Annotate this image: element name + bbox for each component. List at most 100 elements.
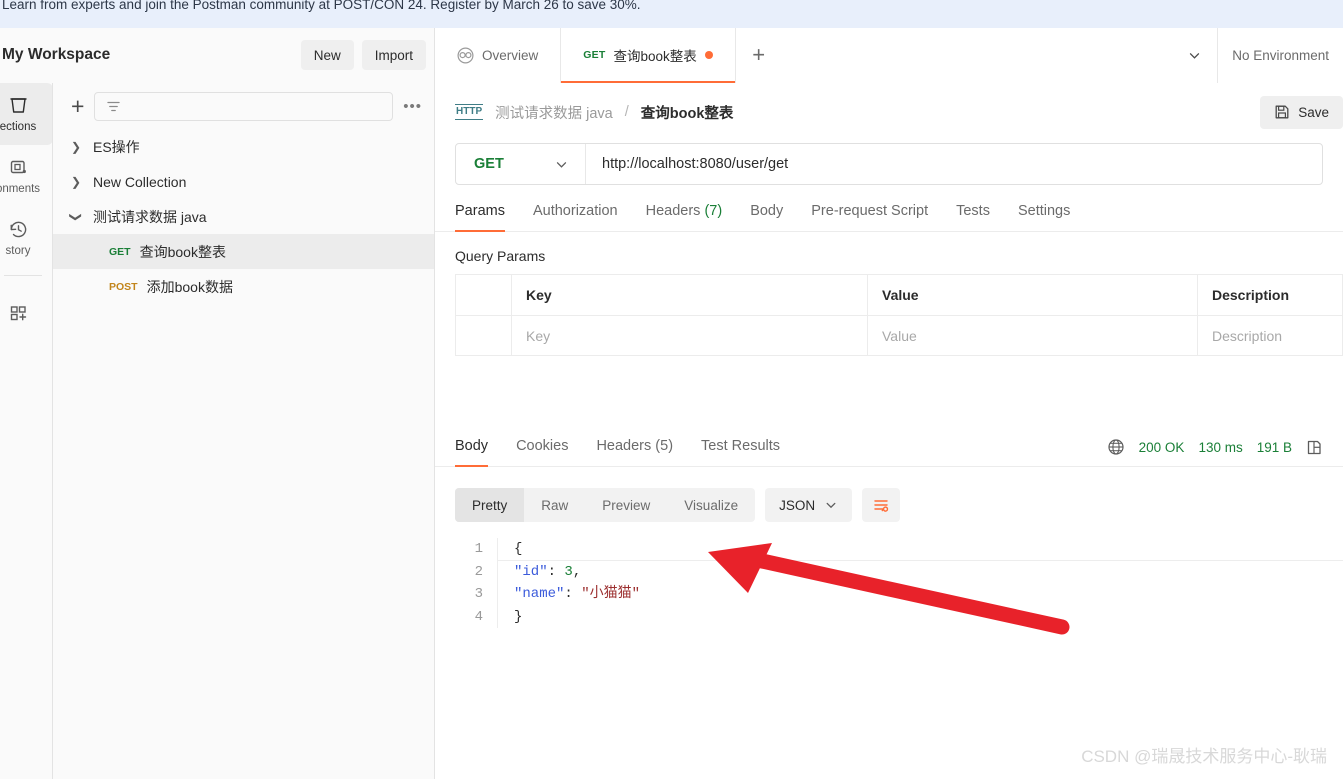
new-button[interactable]: New xyxy=(301,40,354,70)
collection-row-test-request-java[interactable]: ❯ 测试请求数据 java xyxy=(53,199,434,234)
collections-sidebar: + ••• ❯ ES操作 ❯ New Collection ❯ xyxy=(53,83,435,779)
row-checkbox[interactable] xyxy=(456,316,512,355)
chevron-right-icon: ❯ xyxy=(69,175,83,189)
tab-request-query-book[interactable]: GET 查询book整表 xyxy=(561,28,735,83)
response-tab-test-results[interactable]: Test Results xyxy=(701,438,780,466)
view-mode-raw[interactable]: Raw xyxy=(524,488,585,522)
breadcrumb: HTTP 测试请求数据 java / 查询book整表 Save xyxy=(435,83,1343,141)
row-value-input[interactable]: Value xyxy=(868,316,1198,355)
tab-overview[interactable]: Overview xyxy=(435,28,561,83)
chevron-down-icon: ❯ xyxy=(69,210,83,224)
row-key-input[interactable]: Key xyxy=(512,316,868,355)
plus-icon[interactable]: + xyxy=(71,95,84,118)
workspace-zone: My Workspace New Import xyxy=(0,28,435,83)
request-row-query-book[interactable]: GET 查询book整表 xyxy=(53,234,434,269)
tab-params[interactable]: Params xyxy=(455,203,505,231)
code-wrap: 1 2 3 4 { "id": 3, "name": "小猫猫" xyxy=(435,538,1343,628)
response-tab-body-label: Body xyxy=(455,438,488,454)
save-response-icon[interactable] xyxy=(1306,439,1323,456)
response-tab-bar: Body Cookies Headers (5) Test Results xyxy=(435,438,1343,467)
postman-app-window: Learn from experts and join the Postman … xyxy=(0,0,1343,779)
table-header-row: Key Value Description xyxy=(456,275,1343,315)
row-description-input[interactable]: Description xyxy=(1198,316,1343,355)
tab-request-label: 查询book整表 xyxy=(613,45,696,65)
code-line: { xyxy=(498,538,1343,561)
globe-icon[interactable] xyxy=(1107,438,1125,456)
chevron-down-icon xyxy=(554,157,569,172)
tab-bar: Overview GET 查询book整表 + No Environment xyxy=(435,28,1343,83)
line-number-gutter: 1 2 3 4 xyxy=(435,538,497,628)
response-size: 191 B xyxy=(1257,440,1292,455)
wrap-lines-icon[interactable] xyxy=(862,488,900,522)
response-tab-cookies[interactable]: Cookies xyxy=(516,438,568,466)
response-tab-headers-count: (5) xyxy=(655,438,673,454)
rail-item-collections[interactable]: ections xyxy=(0,83,53,145)
response-format-selector[interactable]: JSON xyxy=(765,488,852,522)
ellipsis-icon[interactable]: ••• xyxy=(403,98,422,115)
promo-banner[interactable]: Learn from experts and join the Postman … xyxy=(0,0,1343,28)
tab-list-chevron-down-icon[interactable] xyxy=(1172,28,1218,83)
request-method-label: GET xyxy=(109,246,131,258)
environment-selector[interactable]: No Environment xyxy=(1218,28,1343,83)
add-apps-icon xyxy=(8,303,29,324)
breadcrumb-separator: / xyxy=(625,104,629,120)
header-cell-checkbox xyxy=(456,275,512,315)
tab-authorization[interactable]: Authorization xyxy=(533,203,618,231)
code-line: } xyxy=(514,606,1343,629)
tab-headers[interactable]: Headers (7) xyxy=(646,203,723,231)
collection-row-es[interactable]: ❯ ES操作 xyxy=(53,129,434,164)
rail-item-history[interactable]: story xyxy=(0,207,53,269)
tab-settings[interactable]: Settings xyxy=(1018,203,1070,231)
request-method-label: POST xyxy=(109,281,138,293)
table-row[interactable]: Key Value Description xyxy=(456,315,1343,355)
method-selector[interactable]: GET xyxy=(456,144,586,184)
breadcrumb-parent[interactable]: 测试请求数据 java xyxy=(495,102,613,123)
tab-tests[interactable]: Tests xyxy=(956,203,990,231)
tab-body[interactable]: Body xyxy=(750,203,783,231)
tab-pre-request-script-label: Pre-request Script xyxy=(811,203,928,219)
request-response-panel: HTTP 测试请求数据 java / 查询book整表 Save xyxy=(435,83,1343,779)
tab-pre-request-script[interactable]: Pre-request Script xyxy=(811,203,928,231)
collection-row-new-collection[interactable]: ❯ New Collection xyxy=(53,164,434,199)
response-time: 130 ms xyxy=(1198,440,1242,455)
collection-label: 测试请求数据 java xyxy=(93,207,207,227)
url-input-value: http://localhost:8080/user/get xyxy=(602,156,788,172)
csdn-watermark: CSDN @瑞晟技术服务中心-耿瑞 xyxy=(1081,742,1327,767)
response-format-label: JSON xyxy=(779,498,815,513)
tab-params-label: Params xyxy=(455,203,505,219)
search-input[interactable] xyxy=(94,92,393,121)
line-number: 1 xyxy=(435,538,483,561)
view-mode-preview[interactable]: Preview xyxy=(585,488,667,522)
rail-item-add-apps[interactable] xyxy=(0,282,53,344)
new-tab-button[interactable]: + xyxy=(736,28,782,83)
header-cell-value: Value xyxy=(868,275,1198,315)
rail-item-environments-label: onments xyxy=(0,183,40,195)
left-icon-rail: ections onments story xyxy=(0,83,53,779)
status-badge: 200 OK xyxy=(1139,440,1185,455)
view-mode-visualize[interactable]: Visualize xyxy=(667,488,755,522)
workspace-title: My Workspace xyxy=(2,46,301,64)
save-button[interactable]: Save xyxy=(1260,96,1343,129)
view-mode-pretty[interactable]: Pretty xyxy=(455,488,524,522)
code-token: "id" xyxy=(514,564,548,580)
response-tab-body[interactable]: Body xyxy=(455,438,488,466)
line-number: 3 xyxy=(435,583,483,606)
code-token: , xyxy=(573,564,581,580)
response-tab-headers[interactable]: Headers (5) xyxy=(596,438,673,466)
tab-headers-label: Headers xyxy=(646,203,701,219)
response-view-mode-group: Pretty Raw Preview Visualize xyxy=(455,488,755,522)
sidebar-toolbar: + ••• xyxy=(53,83,434,129)
tab-headers-count: (7) xyxy=(704,203,722,219)
url-input[interactable]: http://localhost:8080/user/get xyxy=(586,144,1322,184)
request-row-add-book[interactable]: POST 添加book数据 xyxy=(53,269,434,304)
postman-logo-icon xyxy=(457,47,474,64)
query-params-table: Key Value Description Key Value Descript… xyxy=(455,274,1343,356)
query-params-title: Query Params xyxy=(435,232,1343,274)
rail-divider xyxy=(4,275,42,276)
rail-item-environments[interactable]: onments xyxy=(0,145,53,207)
code-token: "name" xyxy=(514,586,564,602)
tab-authorization-label: Authorization xyxy=(533,203,618,219)
response-body-toolbar: Pretty Raw Preview Visualize JSON xyxy=(435,488,1343,522)
request-label: 查询book整表 xyxy=(140,242,226,262)
import-button[interactable]: Import xyxy=(362,40,426,70)
